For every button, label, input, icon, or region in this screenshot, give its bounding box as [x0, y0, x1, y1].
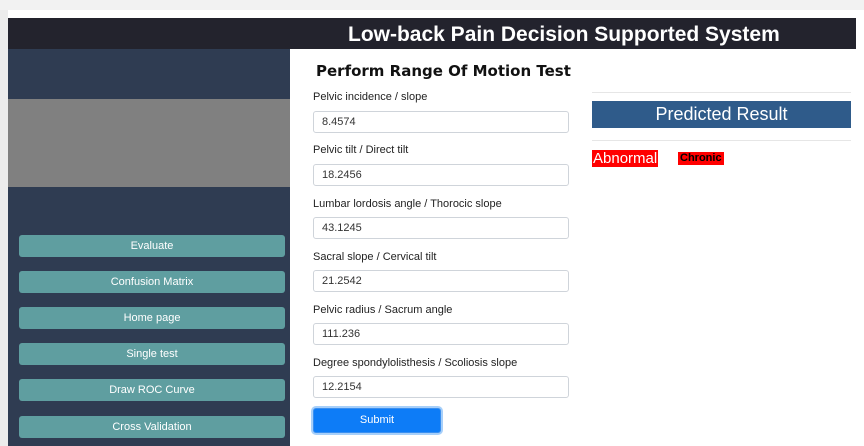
- home-page-button[interactable]: Home page: [19, 307, 285, 329]
- result-abnormal-badge: Abnormal: [592, 150, 659, 167]
- cross-validation-button[interactable]: Cross Validation: [19, 416, 285, 438]
- lumbar-lordosis-label: Lumbar lordosis angle / Thorocic slope: [313, 198, 502, 210]
- sacral-slope-input[interactable]: [313, 270, 569, 292]
- evaluate-button[interactable]: Evaluate: [19, 235, 285, 257]
- left-edge: [0, 10, 8, 446]
- single-test-button[interactable]: Single test: [19, 343, 285, 365]
- sidebar-banner: [8, 99, 290, 187]
- top-strip: [0, 0, 864, 10]
- confusion-matrix-button[interactable]: Confusion Matrix: [19, 271, 285, 293]
- pelvic-radius-input[interactable]: [313, 323, 569, 345]
- pelvic-tilt-label: Pelvic tilt / Direct tilt: [313, 144, 409, 156]
- pelvic-tilt-input[interactable]: [313, 164, 569, 186]
- pelvic-incidence-input[interactable]: [313, 111, 569, 133]
- app-title: Low-back Pain Decision Supported System: [348, 23, 780, 46]
- header-bar: Low-back Pain Decision Supported System: [8, 18, 856, 49]
- pelvic-radius-label: Pelvic radius / Sacrum angle: [313, 304, 453, 316]
- sacral-slope-label: Sacral slope / Cervical tilt: [313, 251, 437, 263]
- draw-roc-curve-button[interactable]: Draw ROC Curve: [19, 379, 285, 401]
- form-title: Perform Range Of Motion Test: [316, 62, 571, 80]
- spondylolisthesis-input[interactable]: [313, 376, 569, 398]
- predicted-result-heading: Predicted Result: [592, 101, 851, 128]
- lumbar-lordosis-input[interactable]: [313, 217, 569, 239]
- result-chronic-badge: Chronic: [678, 152, 724, 165]
- result-divider-bottom: [592, 140, 851, 141]
- result-divider-top: [592, 92, 851, 93]
- right-edge: [856, 18, 864, 446]
- submit-button[interactable]: Submit: [313, 408, 441, 433]
- spondylolisthesis-label: Degree spondylolisthesis / Scoliosis slo…: [313, 357, 518, 369]
- pelvic-incidence-label: Pelvic incidence / slope: [313, 91, 428, 103]
